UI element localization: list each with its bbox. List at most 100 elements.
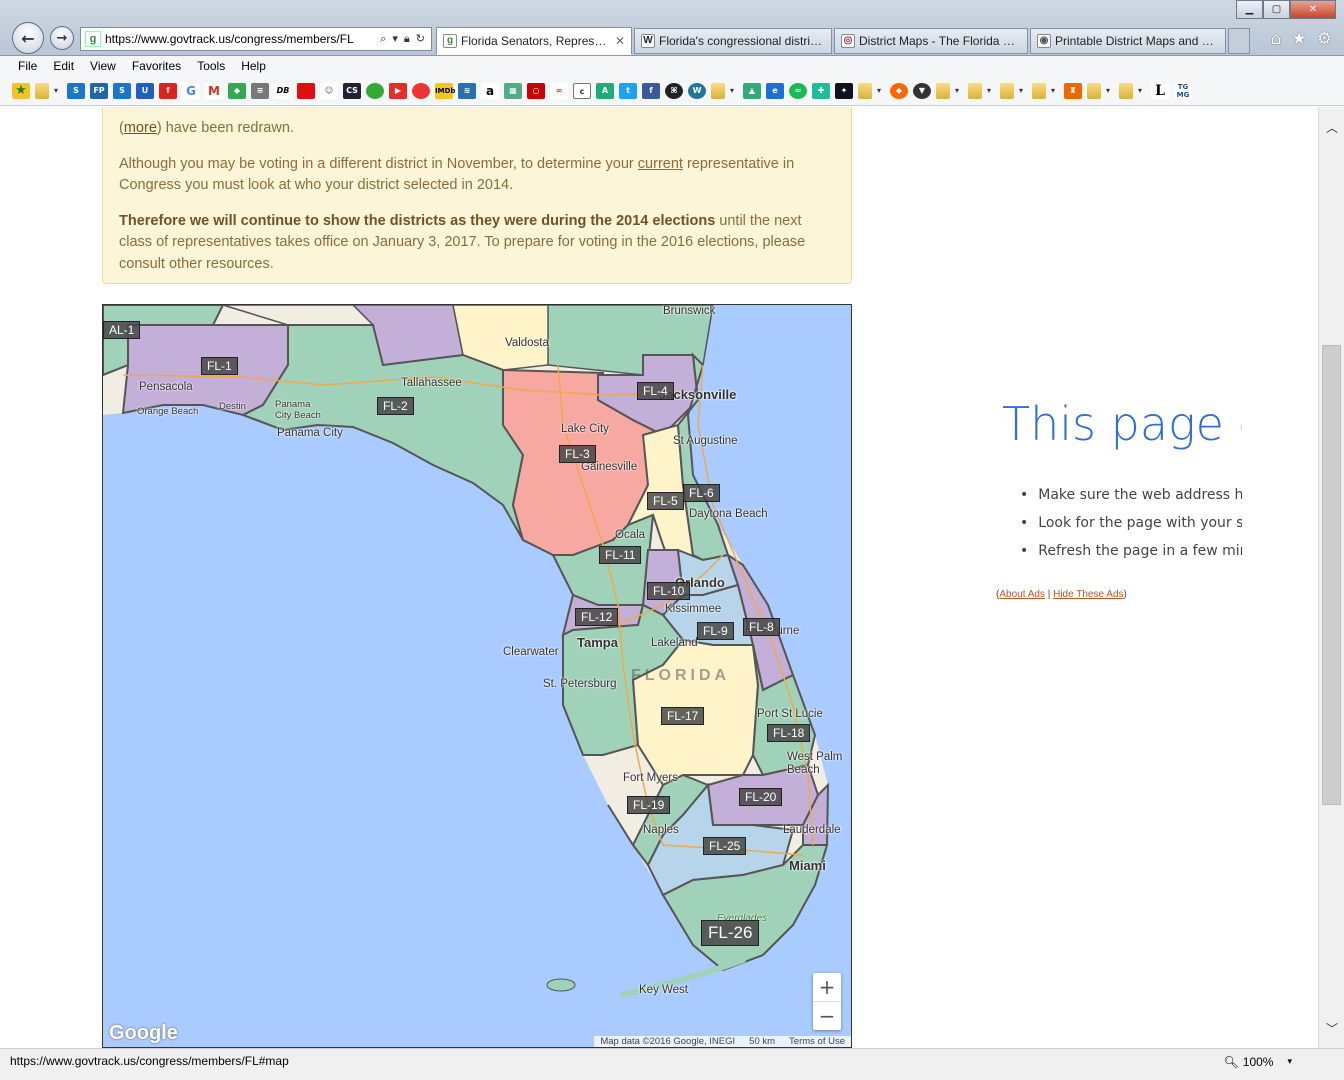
district-map[interactable]: Brunswick Valdosta Pensacola Tallahassee… [102, 304, 852, 1048]
oracle-icon[interactable]: ○ [527, 82, 545, 99]
weather-icon[interactable]: ≋ [458, 82, 476, 99]
search-icon[interactable]: ⌕ [380, 32, 386, 46]
folder-icon[interactable] [711, 82, 725, 99]
chevron-down-icon[interactable]: ▾ [1138, 86, 1146, 95]
scrollbar-thumb[interactable] [1322, 345, 1341, 805]
doc-icon[interactable]: c [573, 82, 591, 99]
skype-icon[interactable]: S [67, 82, 85, 99]
favorites-folder-icon[interactable] [35, 82, 49, 99]
twitter-icon[interactable]: t [619, 82, 637, 99]
forward-button[interactable]: → [50, 26, 74, 50]
db-icon[interactable]: DB [274, 82, 292, 99]
chevron-down-icon[interactable]: ▾ [987, 86, 995, 95]
district-label-fl-1[interactable]: FL-1 [201, 357, 238, 375]
youtube-icon[interactable]: ▶ [389, 82, 407, 99]
ie-icon[interactable]: e [766, 82, 784, 99]
district-label-fl-17[interactable]: FL-17 [661, 707, 705, 725]
district-label-fl-2[interactable]: FL-2 [377, 397, 414, 415]
imdb-icon[interactable]: IMDb [435, 82, 455, 99]
close-window-button[interactable]: ✕ [1290, 0, 1336, 19]
maps-icon[interactable]: ◆ [228, 82, 246, 99]
reddit-icon[interactable]: ☺ [320, 82, 338, 99]
tab-florida-senators[interactable]: g Florida Senators, Represent... ✕ [436, 27, 632, 55]
figure-icon[interactable]: ♜ [1064, 82, 1082, 99]
folder-icon[interactable] [858, 82, 872, 99]
new-tab-button[interactable] [1228, 28, 1250, 54]
chevron-down-icon[interactable]: ▾ [877, 86, 885, 95]
menu-view[interactable]: View [82, 59, 124, 73]
district-label-fl-19[interactable]: FL-19 [627, 796, 671, 814]
github-icon[interactable]: ⌘ [665, 82, 683, 99]
district-label-fl-20[interactable]: FL-20 [739, 788, 783, 806]
tab-district-maps[interactable]: ◎ District Maps - The Florida Se... [834, 28, 1028, 54]
menu-edit[interactable]: Edit [45, 59, 82, 73]
news-icon[interactable]: ≡ [251, 82, 269, 99]
tab-printable-maps[interactable]: ◉ Printable District Maps and St... [1030, 28, 1226, 54]
district-label-fl-8[interactable]: FL-8 [743, 618, 780, 636]
terms-of-use-link[interactable]: Terms of Use [789, 1036, 845, 1047]
folder-icon[interactable] [1032, 82, 1046, 99]
facebook-icon[interactable]: f [642, 82, 660, 99]
close-tab-icon[interactable]: ✕ [615, 34, 625, 48]
chevron-down-icon[interactable]: ▾ [1019, 86, 1027, 95]
menu-tools[interactable]: Tools [189, 59, 233, 73]
tomato-icon[interactable] [412, 82, 430, 99]
favorites-star-icon[interactable]: ★ [1292, 29, 1307, 49]
back-button[interactable]: ← [12, 22, 44, 54]
link-icon[interactable]: ∞ [550, 82, 568, 99]
settings-gear-icon[interactable]: ⚙ [1317, 29, 1332, 49]
refresh-icon[interactable]: ↻ [416, 32, 425, 46]
more-link[interactable]: more [124, 120, 157, 136]
district-label-fl-5[interactable]: FL-5 [647, 492, 684, 510]
current-link[interactable]: current [638, 156, 683, 172]
android-icon[interactable]: ▲ [743, 82, 761, 99]
amazon-icon[interactable]: a [481, 82, 499, 99]
lock-icon[interactable]: 🔒︎ [404, 32, 410, 46]
map-scale[interactable]: 50 km [749, 1036, 775, 1047]
green-a-icon[interactable]: A [596, 82, 614, 99]
address-bar[interactable]: g https://www.govtrack.us/congress/membe… [80, 27, 432, 51]
about-ads-link[interactable]: About Ads [999, 589, 1045, 600]
district-label-fl-3[interactable]: FL-3 [559, 445, 596, 463]
map-tile-icon[interactable]: ▦ [504, 82, 522, 99]
district-label-fl-6[interactable]: FL-6 [683, 484, 720, 502]
chevron-down-icon[interactable]: ▾ [1051, 86, 1059, 95]
google-logo[interactable]: Google [109, 1022, 178, 1045]
minimize-button[interactable]: ▁ [1236, 0, 1263, 19]
district-label-fl-12[interactable]: FL-12 [575, 608, 619, 626]
district-label-fl-11[interactable]: FL-11 [599, 546, 642, 564]
red-square-icon[interactable] [297, 82, 315, 99]
cs-icon[interactable]: CS [343, 82, 361, 99]
flipboard-icon[interactable]: f [159, 82, 177, 99]
district-label-fl-26[interactable]: FL-26 [701, 920, 760, 946]
scroll-down-icon[interactable]: ﹀ [1319, 1016, 1344, 1040]
menu-favorites[interactable]: Favorites [124, 59, 189, 73]
space-icon[interactable]: ✦ [835, 82, 853, 99]
maximize-button[interactable]: ▢ [1263, 0, 1290, 19]
dropdown-icon[interactable]: ▾ [392, 32, 398, 46]
menu-help[interactable]: Help [233, 59, 274, 73]
home-icon[interactable]: ⌂ [1271, 29, 1282, 49]
district-label-fl-10[interactable]: FL-10 [647, 582, 691, 600]
green-circle-icon[interactable] [366, 82, 384, 99]
folder-icon[interactable] [1087, 82, 1101, 99]
shield-icon[interactable]: ▼ [913, 82, 931, 99]
folder-icon[interactable] [1119, 82, 1133, 99]
skype-alt-icon[interactable]: S [113, 82, 131, 99]
tab-wikipedia[interactable]: W Florida's congressional district... [634, 28, 832, 54]
zoom-level[interactable]: 🔍︎ 100% ▾ [1224, 1055, 1292, 1069]
slack-icon[interactable]: ✚ [812, 82, 830, 99]
magnet-icon[interactable]: U [136, 82, 154, 99]
add-favorite-star-icon[interactable]: ★ [12, 82, 30, 99]
district-label-al-1[interactable]: AL-1 [103, 321, 141, 339]
menu-file[interactable]: File [10, 59, 45, 73]
chevron-down-icon[interactable]: ▾ [54, 86, 62, 95]
address-text[interactable]: https://www.govtrack.us/congress/members… [105, 32, 380, 46]
folder-icon[interactable] [1000, 82, 1014, 99]
brave-icon[interactable]: ◆ [890, 82, 908, 99]
gmail-icon[interactable]: M [205, 82, 223, 99]
map-data-credit[interactable]: Map data ©2016 Google, INEGI [600, 1036, 735, 1047]
folder-icon[interactable] [968, 82, 982, 99]
chevron-down-icon[interactable]: ▾ [955, 86, 963, 95]
chevron-down-icon[interactable]: ▾ [730, 86, 738, 95]
